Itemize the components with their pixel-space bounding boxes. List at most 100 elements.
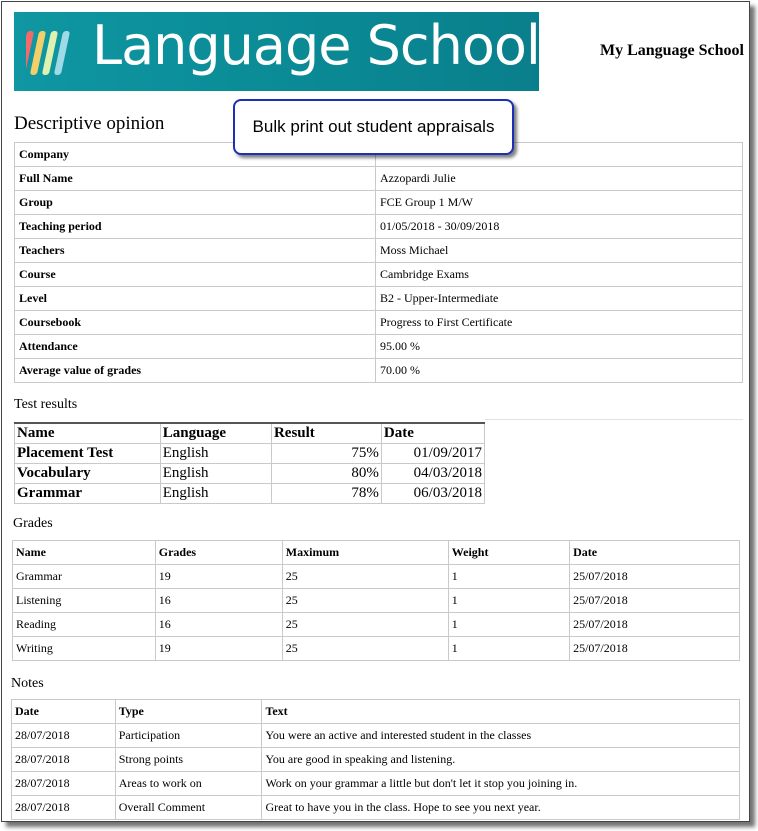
grades-cell: 25/07/2018 (569, 564, 740, 589)
logo-stripes-icon (26, 31, 70, 75)
test-results-heading: Test results (14, 397, 78, 412)
table-row: 28/07/2018 Participation You were an activ… (11, 723, 740, 748)
info-label: Group (14, 190, 376, 215)
notes-cell: Areas to work on (114, 771, 263, 796)
notes-cell: You are good in speaking and listening. (261, 747, 740, 772)
grades-cell: 1 (447, 636, 571, 661)
tests-cell: 80% (270, 463, 382, 484)
grades-cell: Writing (12, 636, 156, 661)
tests-cell: 04/03/2018 (380, 463, 486, 484)
info-label: Attendance (14, 334, 376, 359)
tests-cell: 01/09/2017 (380, 443, 486, 464)
table-row: 28/07/2018 Areas to work on Work on your g… (11, 771, 740, 796)
grades-cell: 25/07/2018 (569, 588, 740, 613)
notes-cell: Great to have you in the class. Hope to … (261, 795, 740, 820)
notes-column-header: Type (114, 699, 263, 724)
notes-cell: 28/07/2018 (11, 795, 116, 820)
info-row: Attendance 95.00 % (14, 334, 743, 359)
table-row: 28/07/2018 Strong points You are good in s… (11, 747, 740, 772)
test-results-table: Name Language Result Date Placement Test Eng… (14, 422, 486, 504)
school-logo-banner: Language School (14, 12, 539, 91)
tests-cell: Placement Test (14, 443, 161, 464)
grades-cell: 25 (281, 636, 449, 661)
notes-cell: Strong points (114, 747, 263, 772)
tests-column-header: Result (270, 422, 382, 444)
grades-cell: 19 (154, 636, 283, 661)
notes-cell: 28/07/2018 (11, 747, 116, 772)
table-row: Writing 19 25 1 25/07/2018 (12, 636, 740, 661)
tests-column-header: Language (159, 422, 272, 444)
notes-column-header: Date (11, 699, 116, 724)
grades-cell: 25 (281, 564, 449, 589)
info-label: Level (14, 286, 376, 311)
info-row: Level B2 - Upper-Intermediate (14, 286, 743, 311)
tests-cell: English (159, 483, 272, 504)
table-row: Placement Test English 75% 01/09/2017 (14, 443, 486, 464)
section-divider (485, 419, 743, 420)
grades-heading: Grades (13, 516, 53, 531)
grades-column-header: Date (569, 540, 740, 565)
info-row: Group FCE Group 1 M/W (14, 190, 743, 215)
info-row: Full Name Azzopardi Julie (14, 166, 743, 191)
grades-table: Name Grades Maximum Weight Date Grammar 19 25 1… (12, 540, 740, 661)
tests-cell: 75% (270, 443, 382, 464)
info-label: Course (14, 262, 376, 287)
info-label: Teaching period (14, 214, 376, 239)
tests-column-header: Date (380, 422, 486, 444)
tests-cell: English (159, 443, 272, 464)
callout-note: Bulk print out student appraisals (233, 99, 514, 155)
info-value: 70.00 % (375, 358, 743, 383)
tests-column-header: Name (14, 422, 161, 444)
notes-cell: 28/07/2018 (11, 723, 116, 748)
notes-heading: Notes (11, 676, 44, 691)
info-row: Coursebook Progress to First Certificate (14, 310, 743, 335)
info-value: 01/05/2018 - 30/09/2018 (375, 214, 743, 239)
notes-table: Date Type Text 28/07/2018 Participation You … (11, 699, 740, 820)
grades-cell: 16 (154, 612, 283, 637)
table-row: Listening 16 25 1 25/07/2018 (12, 588, 740, 613)
info-row: Teaching period 01/05/2018 - 30/09/2018 (14, 214, 743, 239)
table-row: Grammar English 78% 06/03/2018 (14, 483, 486, 504)
tests-cell: Grammar (14, 483, 161, 504)
tests-cell: 78% (270, 483, 382, 504)
grades-cell: 25/07/2018 (569, 612, 740, 637)
info-value: Progress to First Certificate (375, 310, 743, 335)
table-row: Grammar 19 25 1 25/07/2018 (12, 564, 740, 589)
info-value: B2 - Upper-Intermediate (375, 286, 743, 311)
info-label: Teachers (14, 238, 376, 263)
grades-cell: 1 (447, 612, 571, 637)
tests-cell: Vocabulary (14, 463, 161, 484)
grades-column-header: Name (12, 540, 156, 565)
grades-cell: 1 (447, 564, 571, 589)
grades-cell: 25/07/2018 (569, 636, 740, 661)
grades-cell: 25 (281, 588, 449, 613)
grades-cell: Grammar (12, 564, 156, 589)
table-row: Vocabulary English 80% 04/03/2018 (14, 463, 486, 484)
info-label: Full Name (14, 166, 376, 191)
grades-column-header: Grades (154, 540, 283, 565)
notes-cell: 28/07/2018 (11, 771, 116, 796)
grades-column-header: Maximum (281, 540, 449, 565)
info-value: 95.00 % (375, 334, 743, 359)
table-row: 28/07/2018 Overall Comment Great to have y… (11, 795, 740, 820)
info-value: Moss Michael (375, 238, 743, 263)
info-row: Teachers Moss Michael (14, 238, 743, 263)
info-label: Average value of grades (14, 358, 376, 383)
notes-cell: Work on your grammar a little but don't … (261, 771, 740, 796)
info-row: Average value of grades 70.00 % (14, 358, 743, 383)
notes-cell: Participation (114, 723, 263, 748)
info-value: Azzopardi Julie (375, 166, 743, 191)
info-value: FCE Group 1 M/W (375, 190, 743, 215)
grades-cell: Listening (12, 588, 156, 613)
info-row: Course Cambridge Exams (14, 262, 743, 287)
grades-cell: 19 (154, 564, 283, 589)
grades-cell: Reading (12, 612, 156, 637)
notes-column-header: Text (261, 699, 740, 724)
grades-cell: 25 (281, 612, 449, 637)
grades-cell: 16 (154, 588, 283, 613)
table-row: Reading 16 25 1 25/07/2018 (12, 612, 740, 637)
descriptive-opinion-heading: Descriptive opinion (14, 113, 165, 134)
tests-cell: 06/03/2018 (380, 483, 486, 504)
descriptive-opinion-table: Company Full Name Azzopardi Julie Group FCE … (14, 142, 743, 383)
grades-cell: 1 (447, 588, 571, 613)
